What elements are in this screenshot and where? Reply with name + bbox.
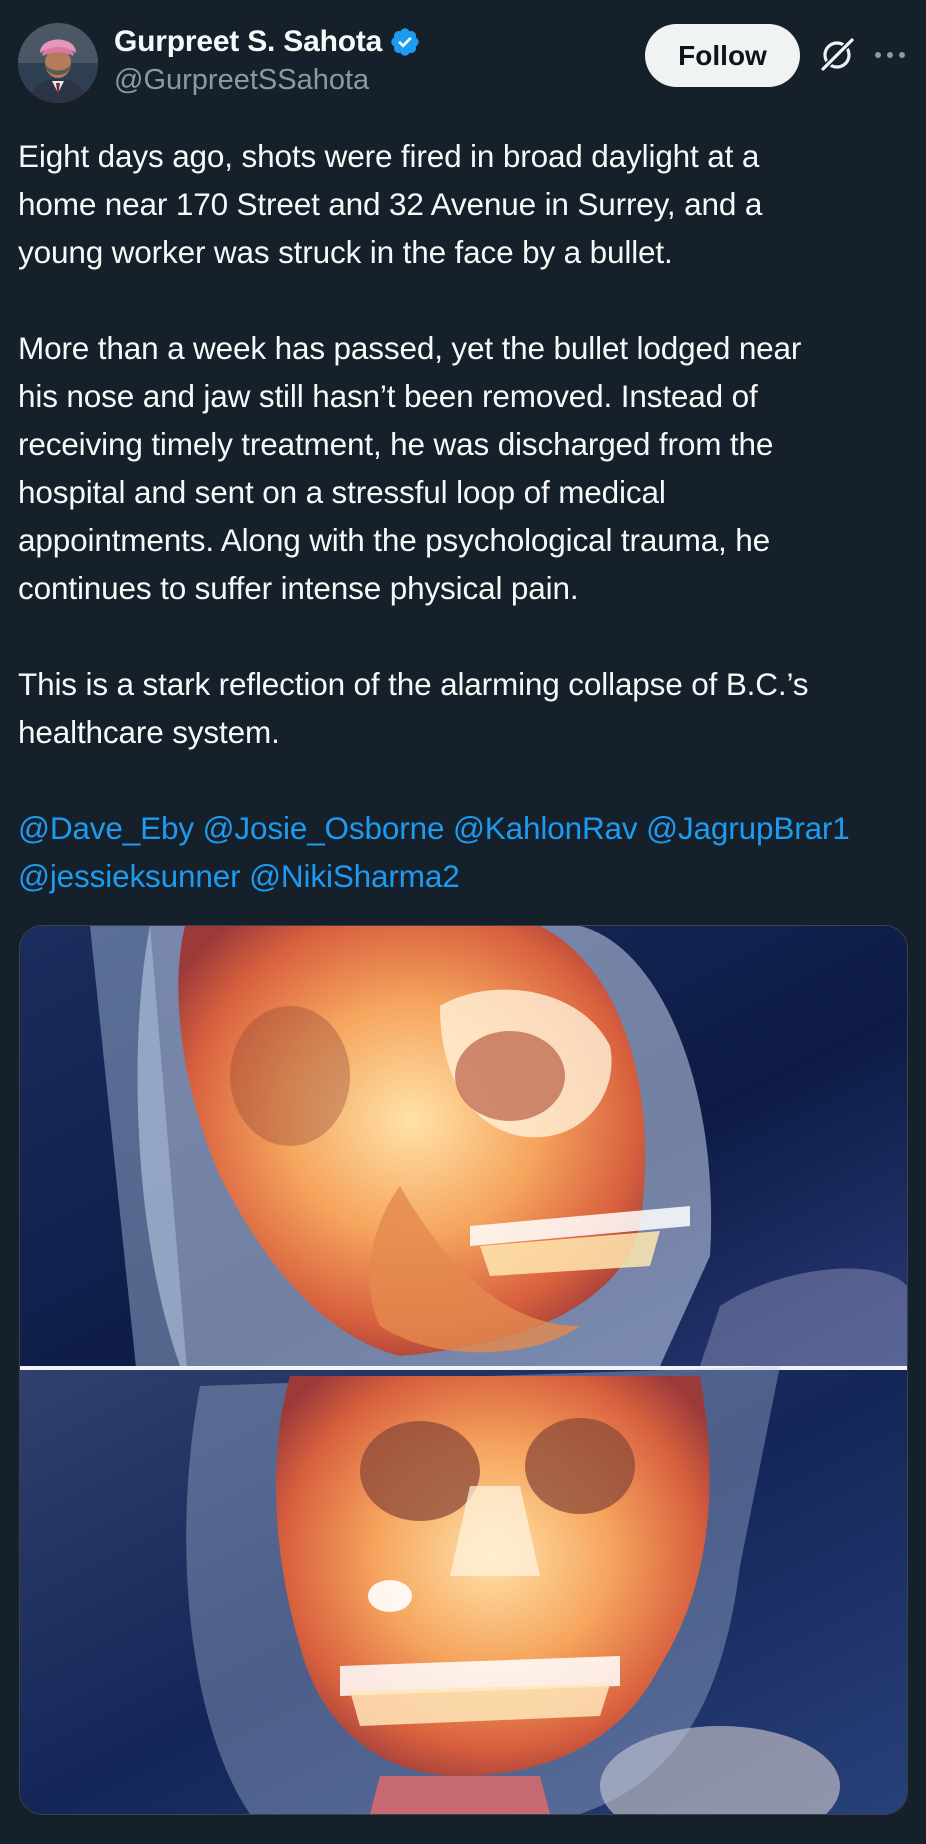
author-info[interactable]: Gurpreet S. Sahota @GurpreetSSahota bbox=[114, 22, 421, 97]
tweet-body: Eight days ago, shots were fired in broa… bbox=[18, 132, 913, 900]
tweet-media[interactable] bbox=[19, 925, 908, 1815]
profile-photo-icon bbox=[18, 23, 98, 103]
follow-button[interactable]: Follow bbox=[645, 24, 800, 87]
tweet-header: Gurpreet S. Sahota @GurpreetSSahota Foll… bbox=[0, 0, 926, 120]
mention-link[interactable]: @NikiSharma2 bbox=[249, 858, 460, 894]
ct-scan-side-view bbox=[20, 926, 907, 1406]
tweet-paragraph: More than a week has passed, yet the bul… bbox=[18, 330, 802, 606]
mention-link[interactable]: @jessieksunner bbox=[18, 858, 241, 894]
ct-scan-image[interactable] bbox=[20, 926, 907, 1814]
ct-scan-front-view bbox=[20, 1366, 907, 1814]
mention-link[interactable]: @Josie_Osborne bbox=[203, 810, 445, 846]
mention-link[interactable]: @KahlonRav bbox=[453, 810, 638, 846]
tweet-paragraph: This is a stark reflection of the alarmi… bbox=[18, 666, 809, 750]
verified-badge-icon[interactable] bbox=[389, 26, 421, 58]
more-options-icon[interactable] bbox=[870, 40, 910, 70]
mention-link[interactable]: @JagrupBrar1 bbox=[646, 810, 850, 846]
mention-link[interactable]: @Dave_Eby bbox=[18, 810, 194, 846]
grok-icon[interactable] bbox=[818, 36, 856, 74]
user-handle[interactable]: @GurpreetSSahota bbox=[114, 64, 421, 97]
tweet-paragraph: Eight days ago, shots were fired in broa… bbox=[18, 138, 763, 270]
avatar[interactable] bbox=[18, 23, 98, 103]
display-name[interactable]: Gurpreet S. Sahota bbox=[114, 25, 382, 59]
mentions: @Dave_Eby @Josie_Osborne @KahlonRav @Jag… bbox=[18, 804, 913, 900]
